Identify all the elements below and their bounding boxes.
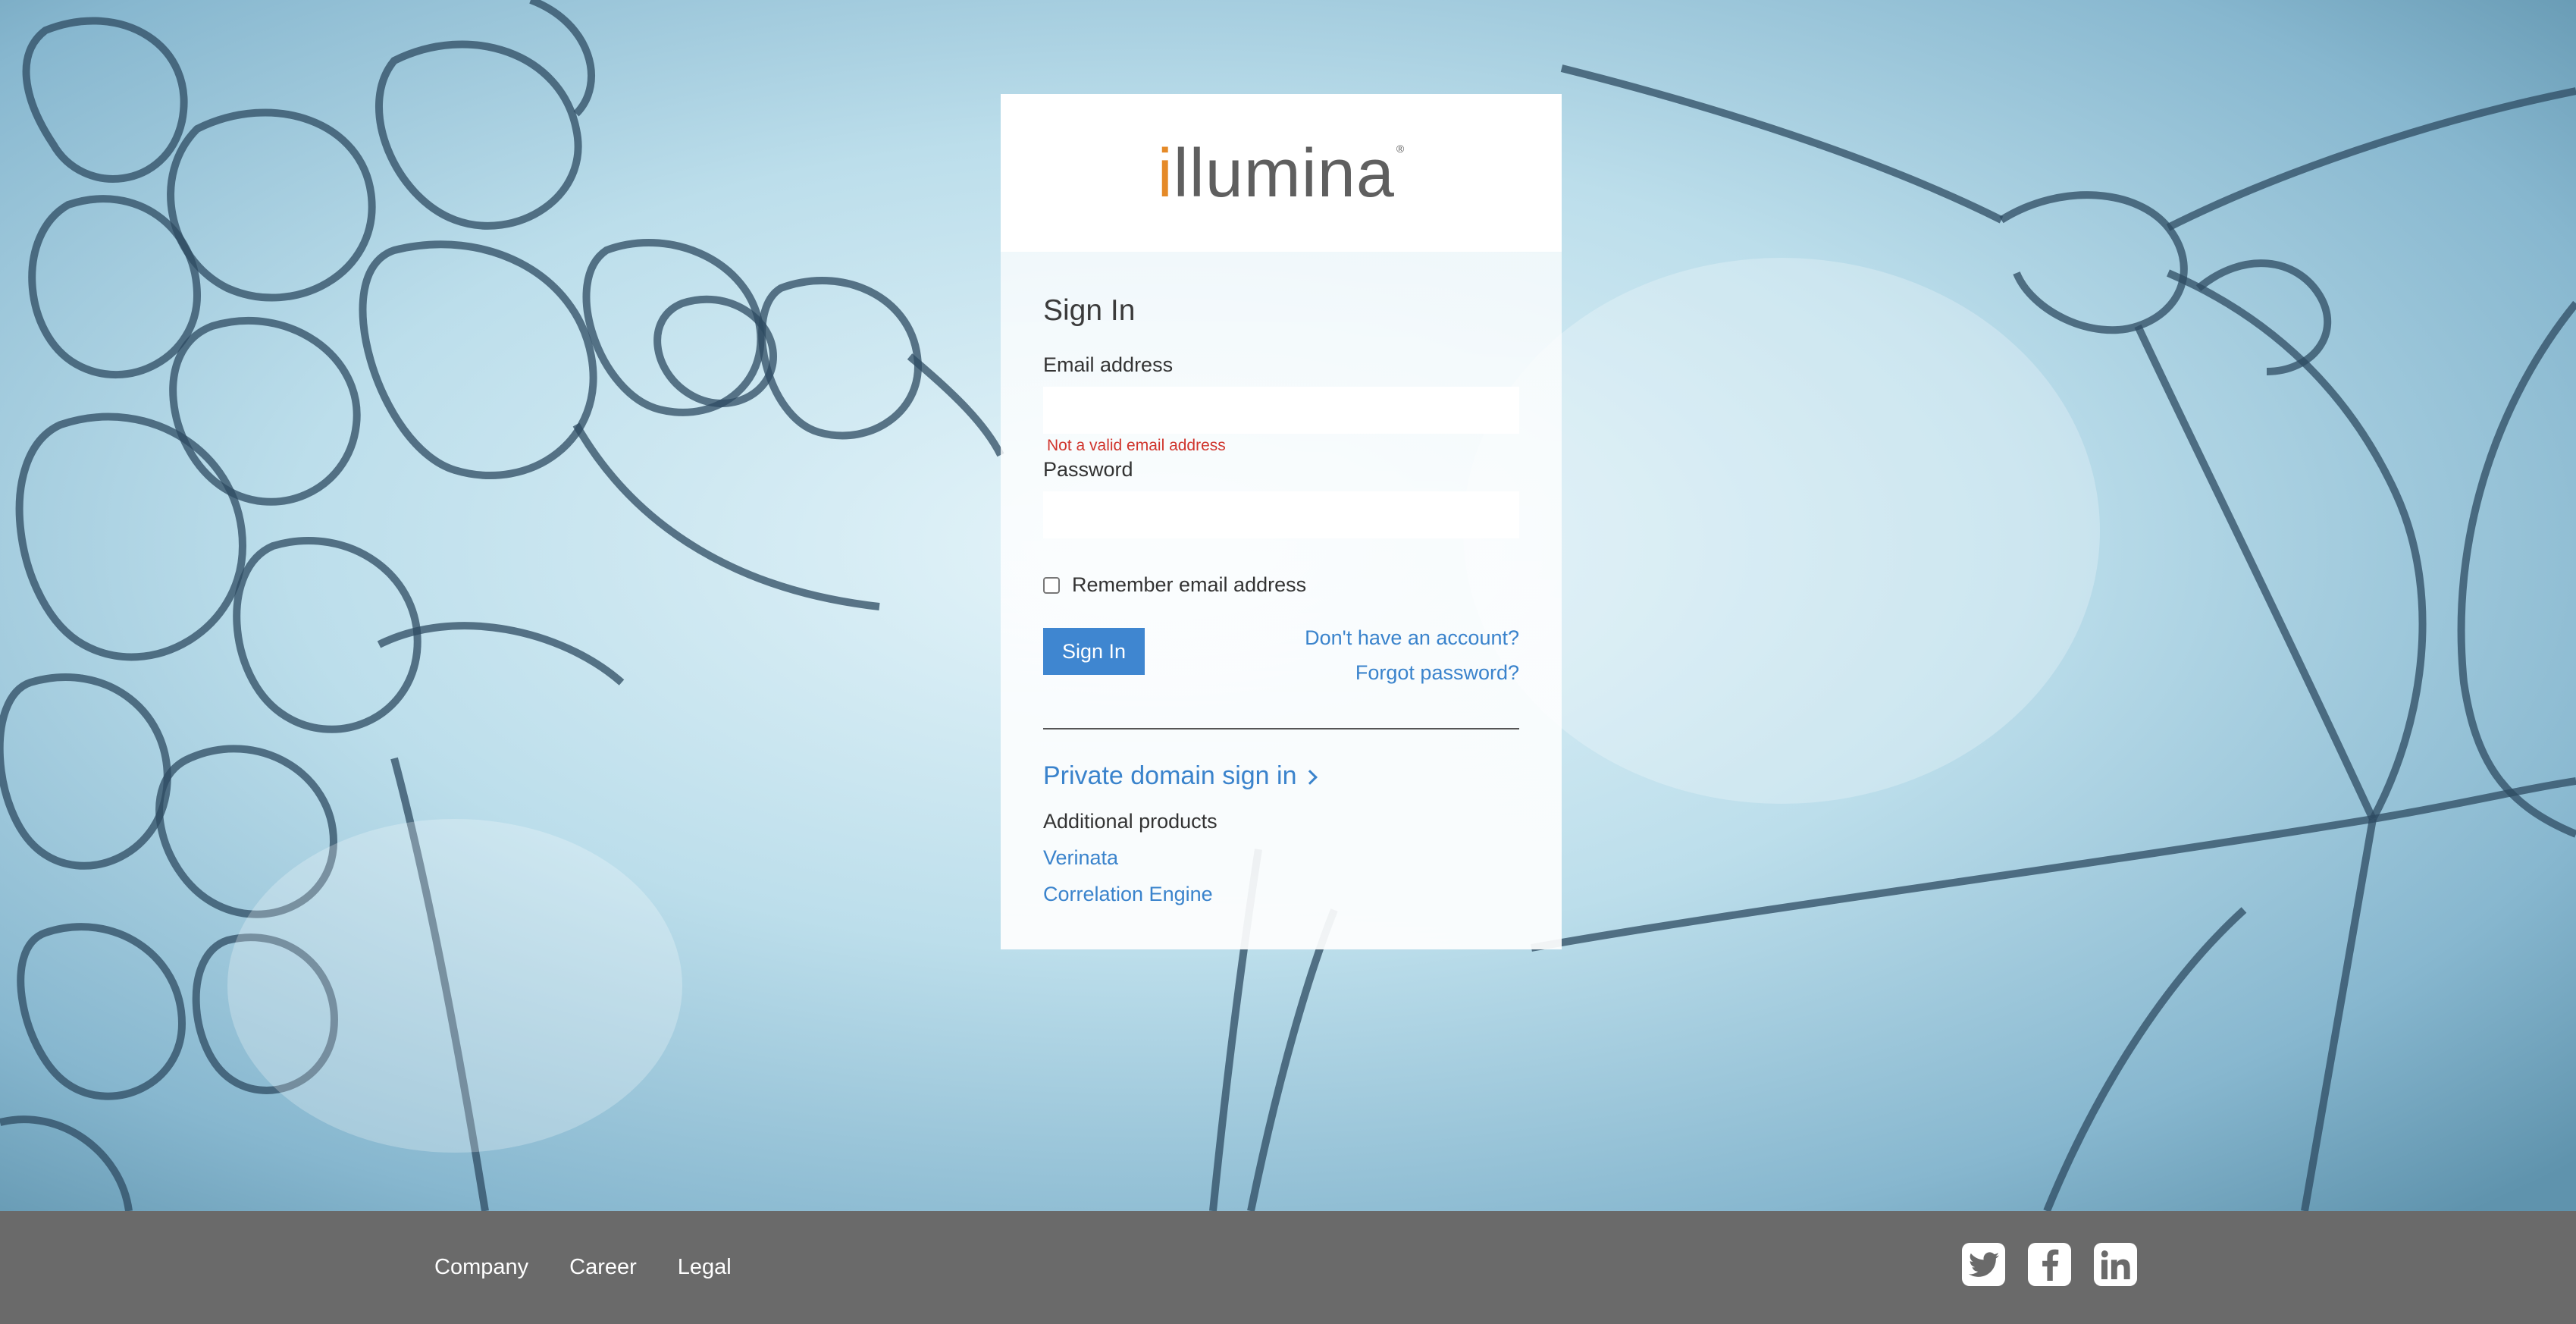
sign-in-button[interactable]: Sign In [1043,628,1145,675]
email-label: Email address [1043,353,1174,376]
twitter-icon[interactable] [1962,1243,2005,1286]
footer-links: Company Career Legal [434,1211,732,1324]
remember-email[interactable]: Remember email address [1043,573,1306,597]
additional-products-heading: Additional products [1043,810,1217,833]
footer-link-company[interactable]: Company [434,1255,528,1280]
correlation-engine-link[interactable]: Correlation Engine [1043,883,1213,906]
create-account-link[interactable]: Don't have an account? [1305,626,1519,650]
social-links [1962,1243,2137,1286]
twitter-glyph [1968,1251,1999,1277]
chevron-right-icon [1302,769,1318,785]
linkedin-glyph [2101,1250,2130,1279]
private-domain-label: Private domain sign in [1043,761,1297,790]
password-label: Password [1043,458,1133,481]
footer-link-career[interactable]: Career [569,1255,637,1280]
logo-header: illumina ® [1001,94,1562,252]
private-domain-signin-link[interactable]: Private domain sign in [1043,761,1318,791]
signin-card: illumina ® Sign In Email address Not a va… [1001,94,1562,949]
email-error-message: Not a valid email address [1047,437,1226,454]
footer-link-legal[interactable]: Legal [678,1255,732,1280]
forgot-password-link[interactable]: Forgot password? [1355,661,1519,685]
remember-email-label: Remember email address [1072,573,1307,596]
divider [1043,728,1519,729]
page-title: Sign In [1043,294,1136,327]
verinata-link[interactable]: Verinata [1043,846,1118,870]
facebook-icon[interactable] [2028,1243,2071,1286]
illumina-logo: illumina ® [1157,136,1406,212]
footer: Company Career Legal [0,1211,2576,1324]
signin-form: Sign In Email address Not a valid email … [1001,252,1562,949]
facebook-glyph [2042,1249,2058,1281]
password-field[interactable] [1043,491,1519,538]
email-field[interactable] [1043,387,1519,434]
remember-email-checkbox[interactable] [1043,576,1060,594]
linkedin-icon[interactable] [2094,1243,2137,1286]
